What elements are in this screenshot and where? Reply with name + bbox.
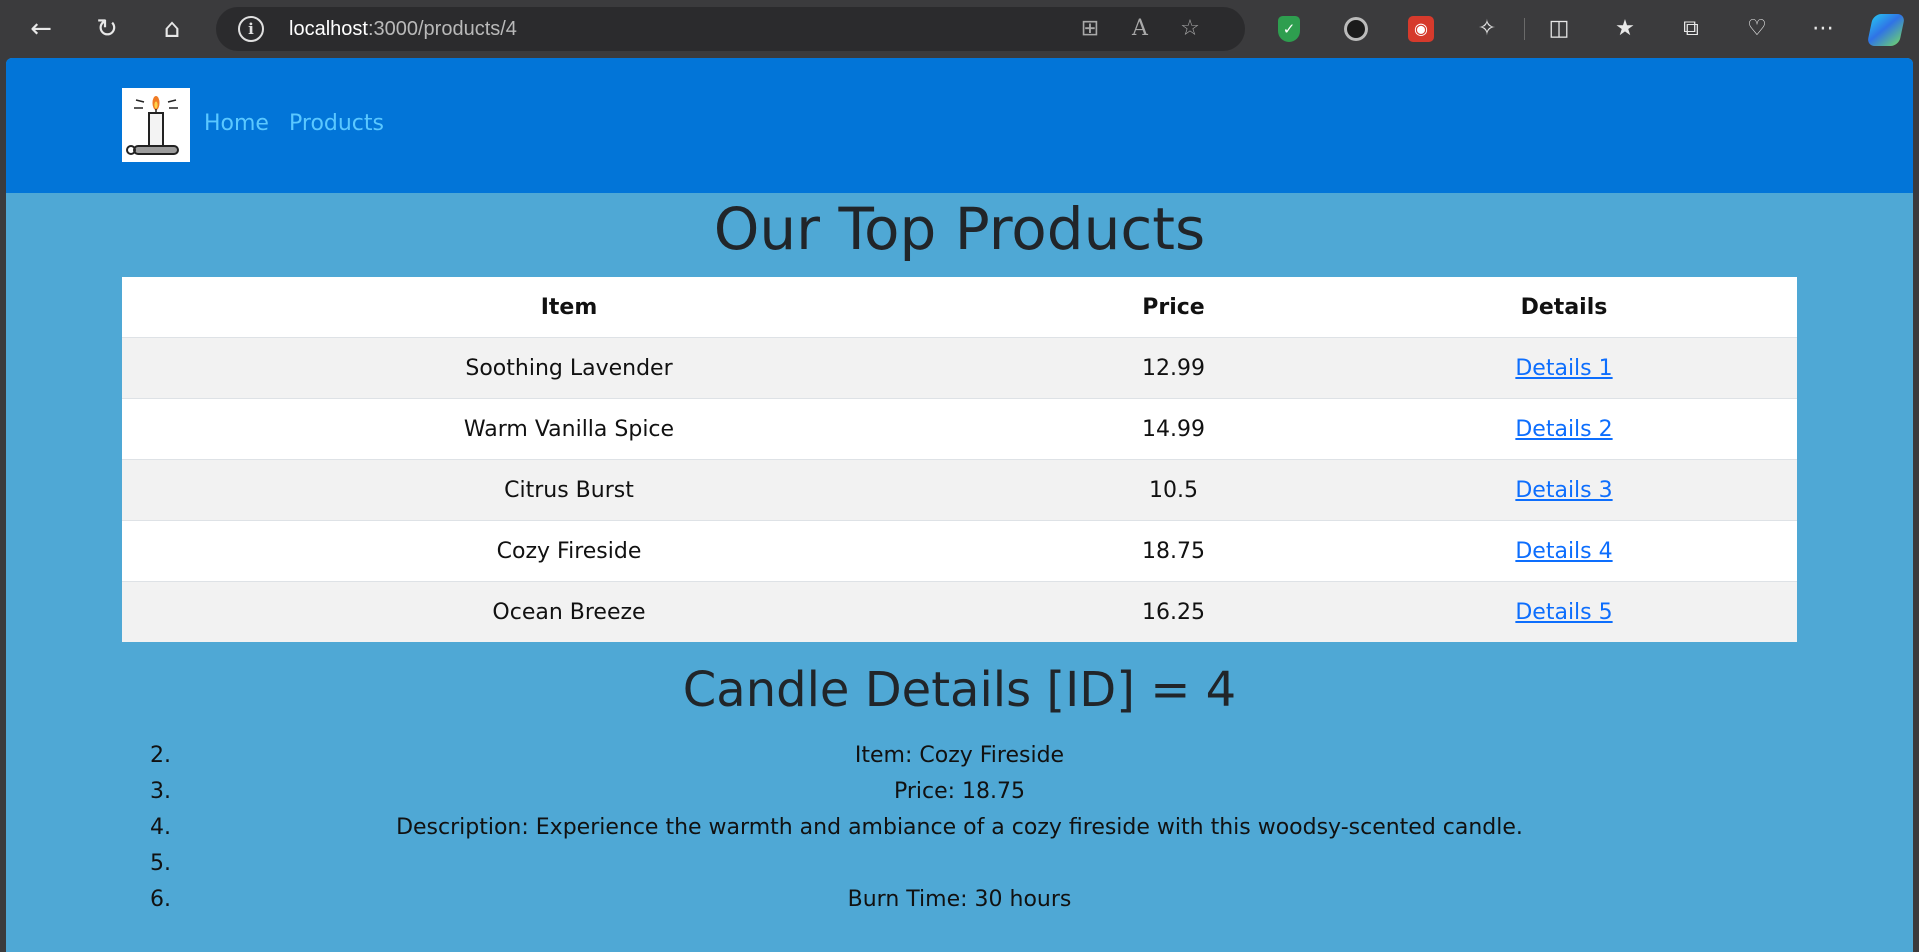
list-number: 2. <box>150 743 171 768</box>
details-cell: Details 5 <box>1331 581 1797 642</box>
site-info-icon[interactable]: i <box>238 16 264 42</box>
details-cell: Details 3 <box>1331 459 1797 521</box>
list-number: 6. <box>150 887 171 912</box>
price-cell: 12.99 <box>1016 337 1331 399</box>
price-cell: 10.5 <box>1016 459 1331 521</box>
list-number: 3. <box>150 779 171 804</box>
table-row: Soothing Lavender 12.99 Details 1 <box>122 337 1797 399</box>
shield-extension-icon[interactable]: ✓ <box>1278 16 1300 42</box>
column-header-price: Price <box>1142 294 1205 320</box>
list-number: 5. <box>150 851 171 876</box>
url-host: localhost <box>289 18 368 40</box>
list-item: 6. Burn Time: 30 hours <box>122 882 1797 918</box>
url-text[interactable]: localhost:3000/products/4 <box>289 18 517 41</box>
table-row: Citrus Burst 10.5 Details 3 <box>122 459 1797 521</box>
price-cell: 14.99 <box>1016 398 1331 460</box>
list-number: 4. <box>150 815 171 840</box>
extensions-puzzle-icon[interactable]: ✧ <box>1470 12 1504 46</box>
details-link[interactable]: Details 5 <box>1515 600 1612 625</box>
price-cell: 18.75 <box>1016 520 1331 582</box>
products-table: Item Price Details Soothing Lavender 12.… <box>122 277 1797 642</box>
details-link[interactable]: Details 3 <box>1515 478 1612 503</box>
browser-toolbar: ← ↻ ⌂ i localhost:3000/products/4 ⊞ A ☆ … <box>0 0 1919 58</box>
browser-essentials-icon[interactable]: ♡ <box>1740 12 1774 46</box>
table-row: Ocean Breeze 16.25 Details 5 <box>122 581 1797 642</box>
table-row: Cozy Fireside 18.75 Details 4 <box>122 520 1797 582</box>
list-item: 4. Description: Experience the warmth an… <box>122 810 1797 846</box>
home-icon[interactable]: ⌂ <box>153 10 191 48</box>
page-viewport: Home Products Our Top Products Item Pric… <box>6 58 1913 952</box>
price-cell: 16.25 <box>1016 581 1331 642</box>
details-list: 2. Item: Cozy Fireside 3. Price: 18.75 4… <box>122 738 1797 918</box>
column-header-item: Item <box>540 294 598 320</box>
details-title: Candle Details [ID] = 4 <box>682 662 1237 718</box>
table-header-row: Item Price Details <box>122 277 1797 338</box>
item-cell: Citrus Burst <box>122 459 1016 521</box>
list-item: 2. Item: Cozy Fireside <box>122 738 1797 774</box>
copilot-icon[interactable] <box>1866 14 1906 46</box>
read-aloud-icon[interactable]: A <box>1126 15 1154 43</box>
url-path: :3000/products/4 <box>367 18 517 40</box>
details-link[interactable]: Details 4 <box>1515 539 1612 564</box>
list-item: 5. <box>122 846 1797 882</box>
details-cell: Details 4 <box>1331 520 1797 582</box>
nav-home-link[interactable]: Home <box>204 111 269 136</box>
site-header: Home Products <box>6 58 1913 193</box>
detail-burn-time: Burn Time: 30 hours <box>847 887 1072 912</box>
detail-item-name: Item: Cozy Fireside <box>854 743 1065 768</box>
item-cell: Cozy Fireside <box>122 520 1016 582</box>
item-cell: Warm Vanilla Spice <box>122 398 1016 460</box>
details-cell: Details 2 <box>1331 398 1797 460</box>
split-screen-icon[interactable]: ◫ <box>1542 12 1576 46</box>
details-cell: Details 1 <box>1331 337 1797 399</box>
more-menu-icon[interactable]: ⋯ <box>1806 12 1840 46</box>
details-link[interactable]: Details 2 <box>1515 417 1612 442</box>
details-link[interactable]: Details 1 <box>1515 356 1612 381</box>
red-extension-icon[interactable]: ◉ <box>1408 16 1434 42</box>
dark-reader-extension-icon[interactable] <box>1344 17 1368 41</box>
list-item: 3. Price: 18.75 <box>122 774 1797 810</box>
app-available-icon[interactable]: ⊞ <box>1076 15 1104 43</box>
item-cell: Soothing Lavender <box>122 337 1016 399</box>
favorite-star-icon[interactable]: ☆ <box>1176 15 1204 43</box>
page-title: Our Top Products <box>713 195 1206 263</box>
nav-products-link[interactable]: Products <box>289 111 384 136</box>
favorites-icon[interactable]: ★ <box>1608 12 1642 46</box>
refresh-icon[interactable]: ↻ <box>88 10 126 48</box>
detail-description: Description: Experience the warmth and a… <box>396 815 1523 840</box>
candle-logo-icon[interactable] <box>122 88 190 162</box>
toolbar-divider <box>1524 18 1525 40</box>
column-header-details: Details <box>1520 294 1608 320</box>
address-bar[interactable]: i localhost:3000/products/4 ⊞ A ☆ <box>216 7 1245 51</box>
collections-icon[interactable]: ⧉ <box>1674 12 1708 46</box>
back-icon[interactable]: ← <box>22 10 60 48</box>
item-cell: Ocean Breeze <box>122 581 1016 642</box>
table-row: Warm Vanilla Spice 14.99 Details 2 <box>122 398 1797 460</box>
detail-price: Price: 18.75 <box>893 779 1026 804</box>
